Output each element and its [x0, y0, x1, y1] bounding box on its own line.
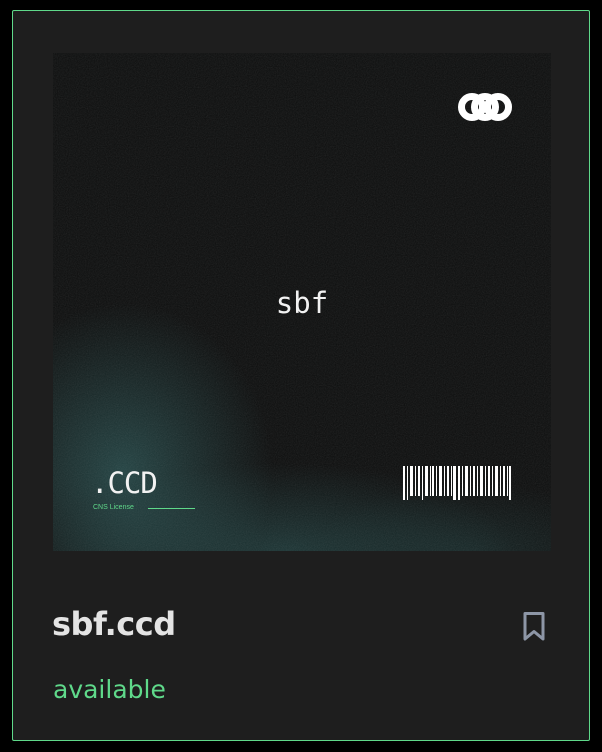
barcode-icon [403, 466, 511, 500]
artwork-tld-label: .CCD [91, 466, 158, 500]
license-label: CNS License [93, 504, 134, 511]
bookmark-button[interactable] [517, 609, 551, 643]
domain-name-title[interactable]: sbf.ccd [52, 603, 176, 645]
domain-card[interactable]: sbf .CCD CNS License sbf.ccd available [12, 10, 590, 741]
triple-ring-logo-icon [458, 93, 512, 121]
domain-artwork: sbf .CCD CNS License [53, 53, 551, 551]
license-underline [148, 508, 195, 509]
artwork-domain-label: sbf [275, 286, 329, 320]
bookmark-icon [523, 611, 545, 640]
availability-status: available [53, 675, 166, 704]
